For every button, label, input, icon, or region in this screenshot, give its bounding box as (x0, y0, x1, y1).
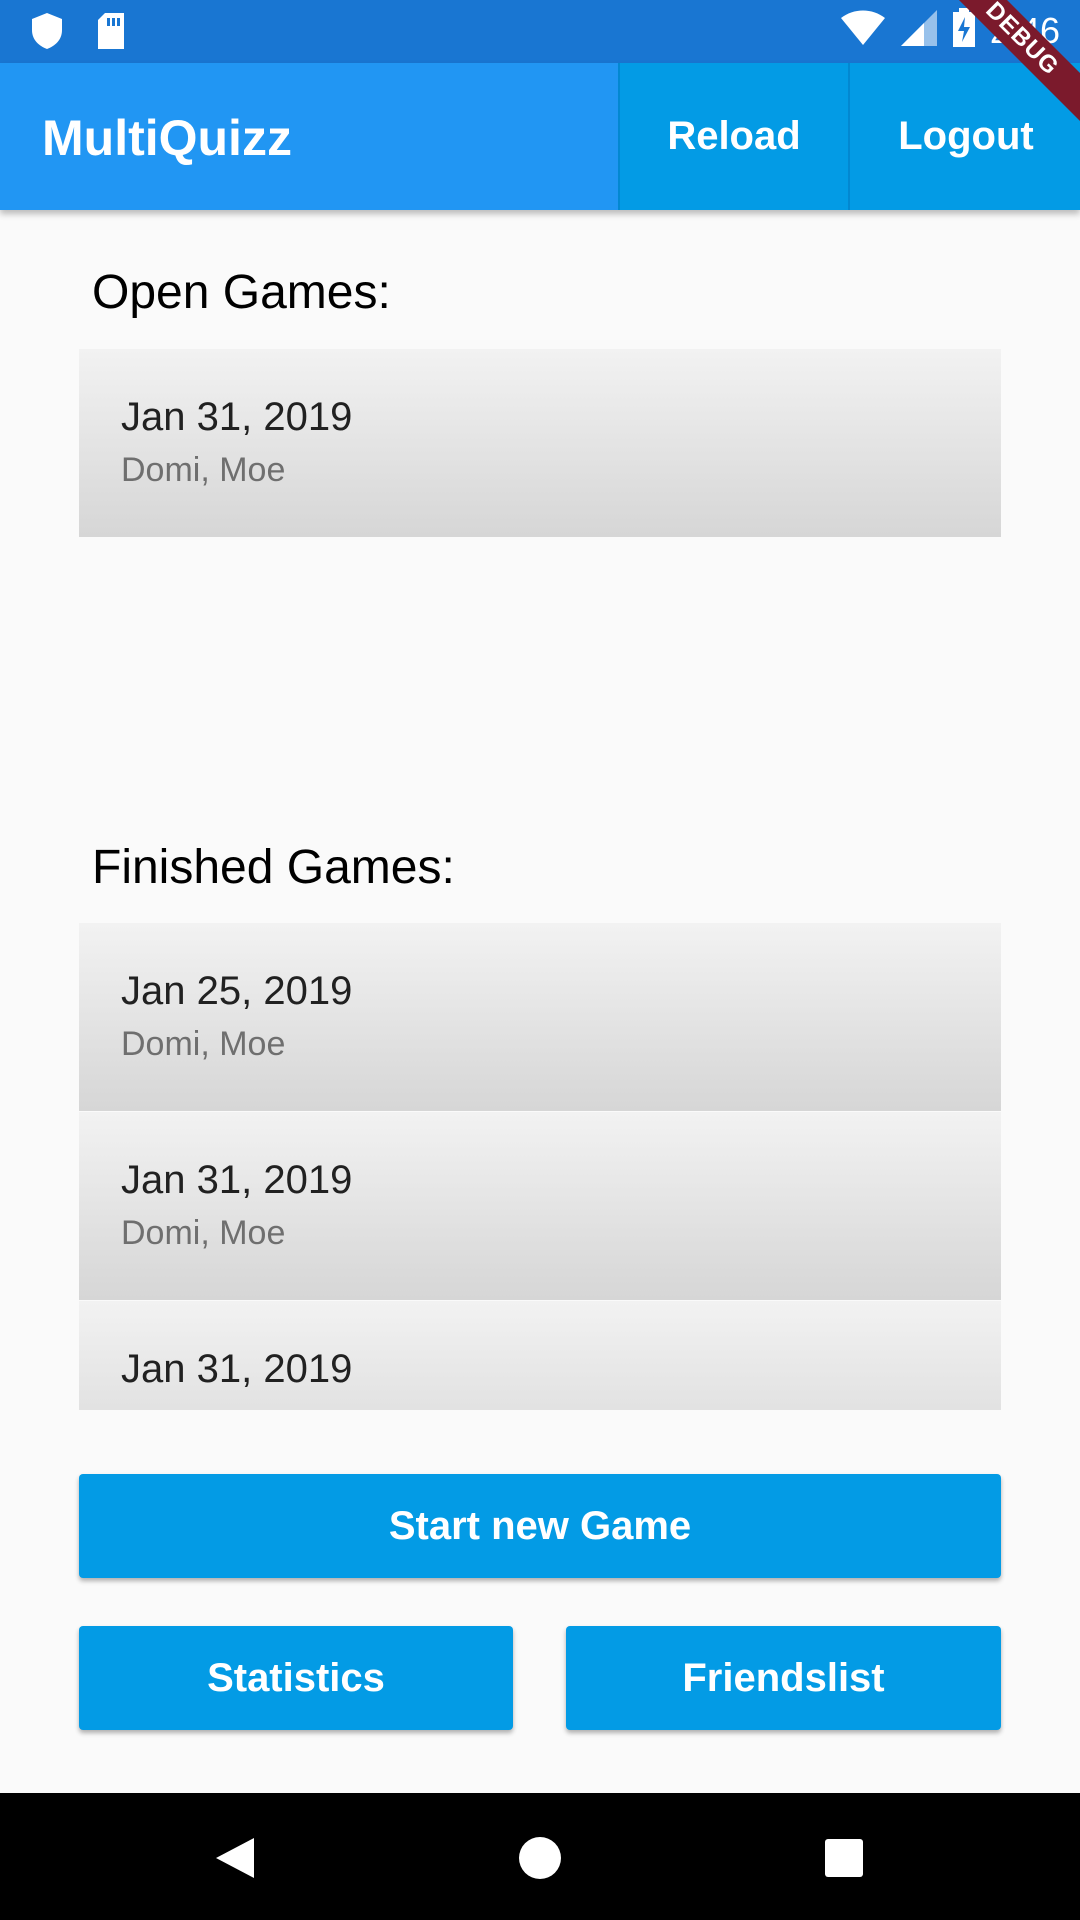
open-game-item[interactable]: Jan 31, 2019 Domi, Moe (79, 349, 1001, 537)
finished-games-title: Finished Games: (92, 841, 455, 894)
game-players: Domi, Moe (121, 1214, 286, 1252)
finished-game-item[interactable]: Jan 31, 2019 (79, 1301, 1001, 1410)
game-date: Jan 31, 2019 (121, 395, 353, 439)
finished-games-list[interactable]: Jan 25, 2019 Domi, Moe Jan 31, 2019 Domi… (79, 923, 1001, 1410)
reload-button[interactable]: Reload (618, 63, 848, 210)
friendslist-button[interactable]: Friendslist (566, 1626, 1001, 1730)
back-icon[interactable] (214, 1836, 256, 1885)
open-games-title: Open Games: (92, 266, 391, 319)
app-title: MultiQuizz (42, 110, 292, 166)
app-bar: MultiQuizz Reload Logout (0, 63, 1080, 210)
debug-banner: DEBUG (930, 0, 1080, 150)
statistics-button[interactable]: Statistics (79, 1626, 513, 1730)
recents-icon[interactable] (824, 1838, 864, 1883)
game-players: Domi, Moe (121, 1025, 286, 1063)
game-players: Domi, Moe (121, 451, 286, 489)
game-date: Jan 31, 2019 (121, 1158, 353, 1202)
navigation-bar (0, 1793, 1080, 1920)
game-date: Jan 31, 2019 (121, 1347, 353, 1391)
start-new-game-button[interactable]: Start new Game (79, 1474, 1001, 1578)
finished-game-item[interactable]: Jan 31, 2019 Domi, Moe (79, 1112, 1001, 1300)
finished-game-item[interactable]: Jan 25, 2019 Domi, Moe (79, 923, 1001, 1111)
game-date: Jan 25, 2019 (121, 969, 353, 1013)
debug-label: DEBUG (932, 0, 1080, 129)
shield-icon (30, 12, 64, 55)
sd-card-icon (96, 12, 126, 55)
home-icon[interactable] (518, 1836, 562, 1885)
wifi-icon (840, 10, 886, 51)
status-bar: 2:46 (0, 0, 1080, 63)
